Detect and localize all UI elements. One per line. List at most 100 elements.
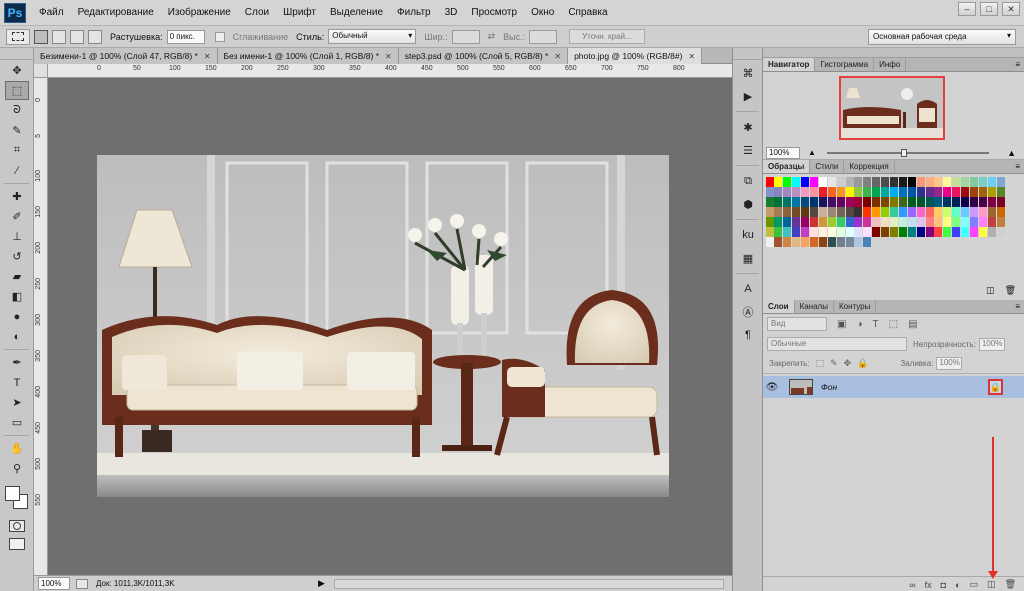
kuler-icon[interactable]: ku	[737, 225, 759, 245]
swatch[interactable]	[987, 227, 996, 237]
swatch[interactable]	[818, 217, 827, 227]
menu-image[interactable]: Изображение	[161, 7, 238, 18]
eye-icon[interactable]: 👁	[763, 382, 781, 393]
swatch[interactable]	[845, 237, 854, 247]
swatch[interactable]	[836, 207, 845, 217]
swatch[interactable]	[765, 177, 774, 187]
swatch[interactable]	[881, 207, 890, 217]
panel-grip[interactable]	[763, 48, 1024, 58]
swatch[interactable]	[783, 237, 792, 247]
swatch[interactable]	[969, 197, 978, 207]
quick-mask-icon[interactable]	[9, 520, 25, 532]
swatch[interactable]	[836, 237, 845, 247]
swatch[interactable]	[827, 237, 836, 247]
marquee-icon[interactable]: ⬚	[5, 81, 29, 100]
eraser-icon[interactable]: ▰	[5, 267, 29, 286]
canvas[interactable]	[48, 78, 732, 575]
tab-swatches[interactable]: Образцы	[763, 160, 811, 173]
swatch[interactable]	[845, 197, 854, 207]
tab-paths[interactable]: Контуры	[834, 300, 877, 313]
opacity-input[interactable]: 100%	[978, 337, 1005, 351]
adjustment-layer-icon[interactable]: ◐	[955, 580, 960, 590]
layer-style-icon[interactable]: fx	[925, 580, 932, 590]
swatch[interactable]	[827, 187, 836, 197]
swatch[interactable]	[827, 227, 836, 237]
trash-icon[interactable]: 🗑	[1005, 285, 1016, 296]
swatch[interactable]	[765, 237, 774, 247]
swatch[interactable]	[765, 197, 774, 207]
swatch[interactable]	[925, 227, 934, 237]
swatch[interactable]	[943, 197, 952, 207]
swatch[interactable]	[996, 207, 1005, 217]
swatch[interactable]	[987, 217, 996, 227]
swatch[interactable]	[969, 187, 978, 197]
swatch[interactable]	[854, 237, 863, 247]
swatch[interactable]	[881, 217, 890, 227]
menu-select[interactable]: Выделение	[323, 7, 390, 18]
swatch[interactable]	[925, 187, 934, 197]
swatch[interactable]	[792, 227, 801, 237]
swatch[interactable]	[889, 217, 898, 227]
swatch[interactable]	[765, 217, 774, 227]
swatch[interactable]	[872, 227, 881, 237]
swatch[interactable]	[792, 207, 801, 217]
swatch[interactable]	[898, 207, 907, 217]
layer-name[interactable]: Фон	[821, 382, 837, 392]
swatch[interactable]	[863, 237, 872, 247]
swatch[interactable]	[836, 227, 845, 237]
tab-document-1[interactable]: Безимени-1 @ 100% (Слой 47, RGB/8) * ✕	[34, 48, 218, 64]
minimize-button[interactable]: –	[958, 2, 976, 16]
swatch[interactable]	[801, 177, 810, 187]
quick-select-icon[interactable]: ✎	[5, 121, 29, 140]
swatch[interactable]	[774, 187, 783, 197]
swatch[interactable]	[872, 187, 881, 197]
swatch[interactable]	[818, 197, 827, 207]
swatch[interactable]	[774, 177, 783, 187]
swatch[interactable]	[907, 207, 916, 217]
swatch[interactable]	[952, 227, 961, 237]
ruler-origin[interactable]	[34, 64, 48, 78]
swatch[interactable]	[952, 217, 961, 227]
swatch[interactable]	[943, 227, 952, 237]
swatch[interactable]	[765, 227, 774, 237]
swatch[interactable]	[925, 197, 934, 207]
antialias-checkbox[interactable]	[214, 31, 225, 42]
menu-file[interactable]: Файл	[32, 7, 71, 18]
document-image[interactable]	[97, 155, 669, 497]
swatch[interactable]	[863, 197, 872, 207]
tab-navigator[interactable]: Навигатор	[763, 58, 816, 71]
swatch[interactable]	[978, 177, 987, 187]
swatch[interactable]	[996, 227, 1005, 237]
swatch[interactable]	[978, 227, 987, 237]
swatch[interactable]	[898, 217, 907, 227]
swatch[interactable]	[854, 187, 863, 197]
navigator-zoom-input[interactable]: 100%	[766, 146, 800, 159]
layer-row-background[interactable]: 👁 Фон 🔒	[763, 376, 1024, 398]
swatch[interactable]	[969, 207, 978, 217]
swap-icon[interactable]: ⇄	[488, 31, 496, 42]
swatch[interactable]	[854, 207, 863, 217]
swatch[interactable]	[969, 217, 978, 227]
tab-histogram[interactable]: Гистограмма	[815, 58, 875, 71]
swatch[interactable]	[792, 197, 801, 207]
swatch[interactable]	[836, 187, 845, 197]
history-panel-icon[interactable]: ⌘	[737, 63, 759, 83]
swatch[interactable]	[872, 177, 881, 187]
swatch[interactable]	[916, 207, 925, 217]
zoom-in-icon[interactable]: ▲	[1007, 148, 1016, 158]
swatch[interactable]	[809, 237, 818, 247]
vertical-ruler[interactable]: 0 5 100 150 200 250 300 350 400 450 500 550	[34, 78, 48, 575]
swatch[interactable]	[889, 197, 898, 207]
swatch[interactable]	[774, 217, 783, 227]
swatch[interactable]	[934, 227, 943, 237]
swatch[interactable]	[952, 197, 961, 207]
pixel-filter-icon[interactable]: ▣	[837, 319, 846, 330]
menu-type[interactable]: Шрифт	[276, 7, 323, 18]
tab-adjustments[interactable]: Коррекция	[844, 160, 895, 173]
navigator-zoom-slider[interactable]	[827, 152, 989, 154]
swatch[interactable]	[889, 187, 898, 197]
swatch[interactable]	[809, 187, 818, 197]
crop-icon[interactable]: ⌗	[5, 141, 29, 160]
swatch[interactable]	[898, 197, 907, 207]
layer-filter-select[interactable]: Вид	[767, 317, 827, 331]
